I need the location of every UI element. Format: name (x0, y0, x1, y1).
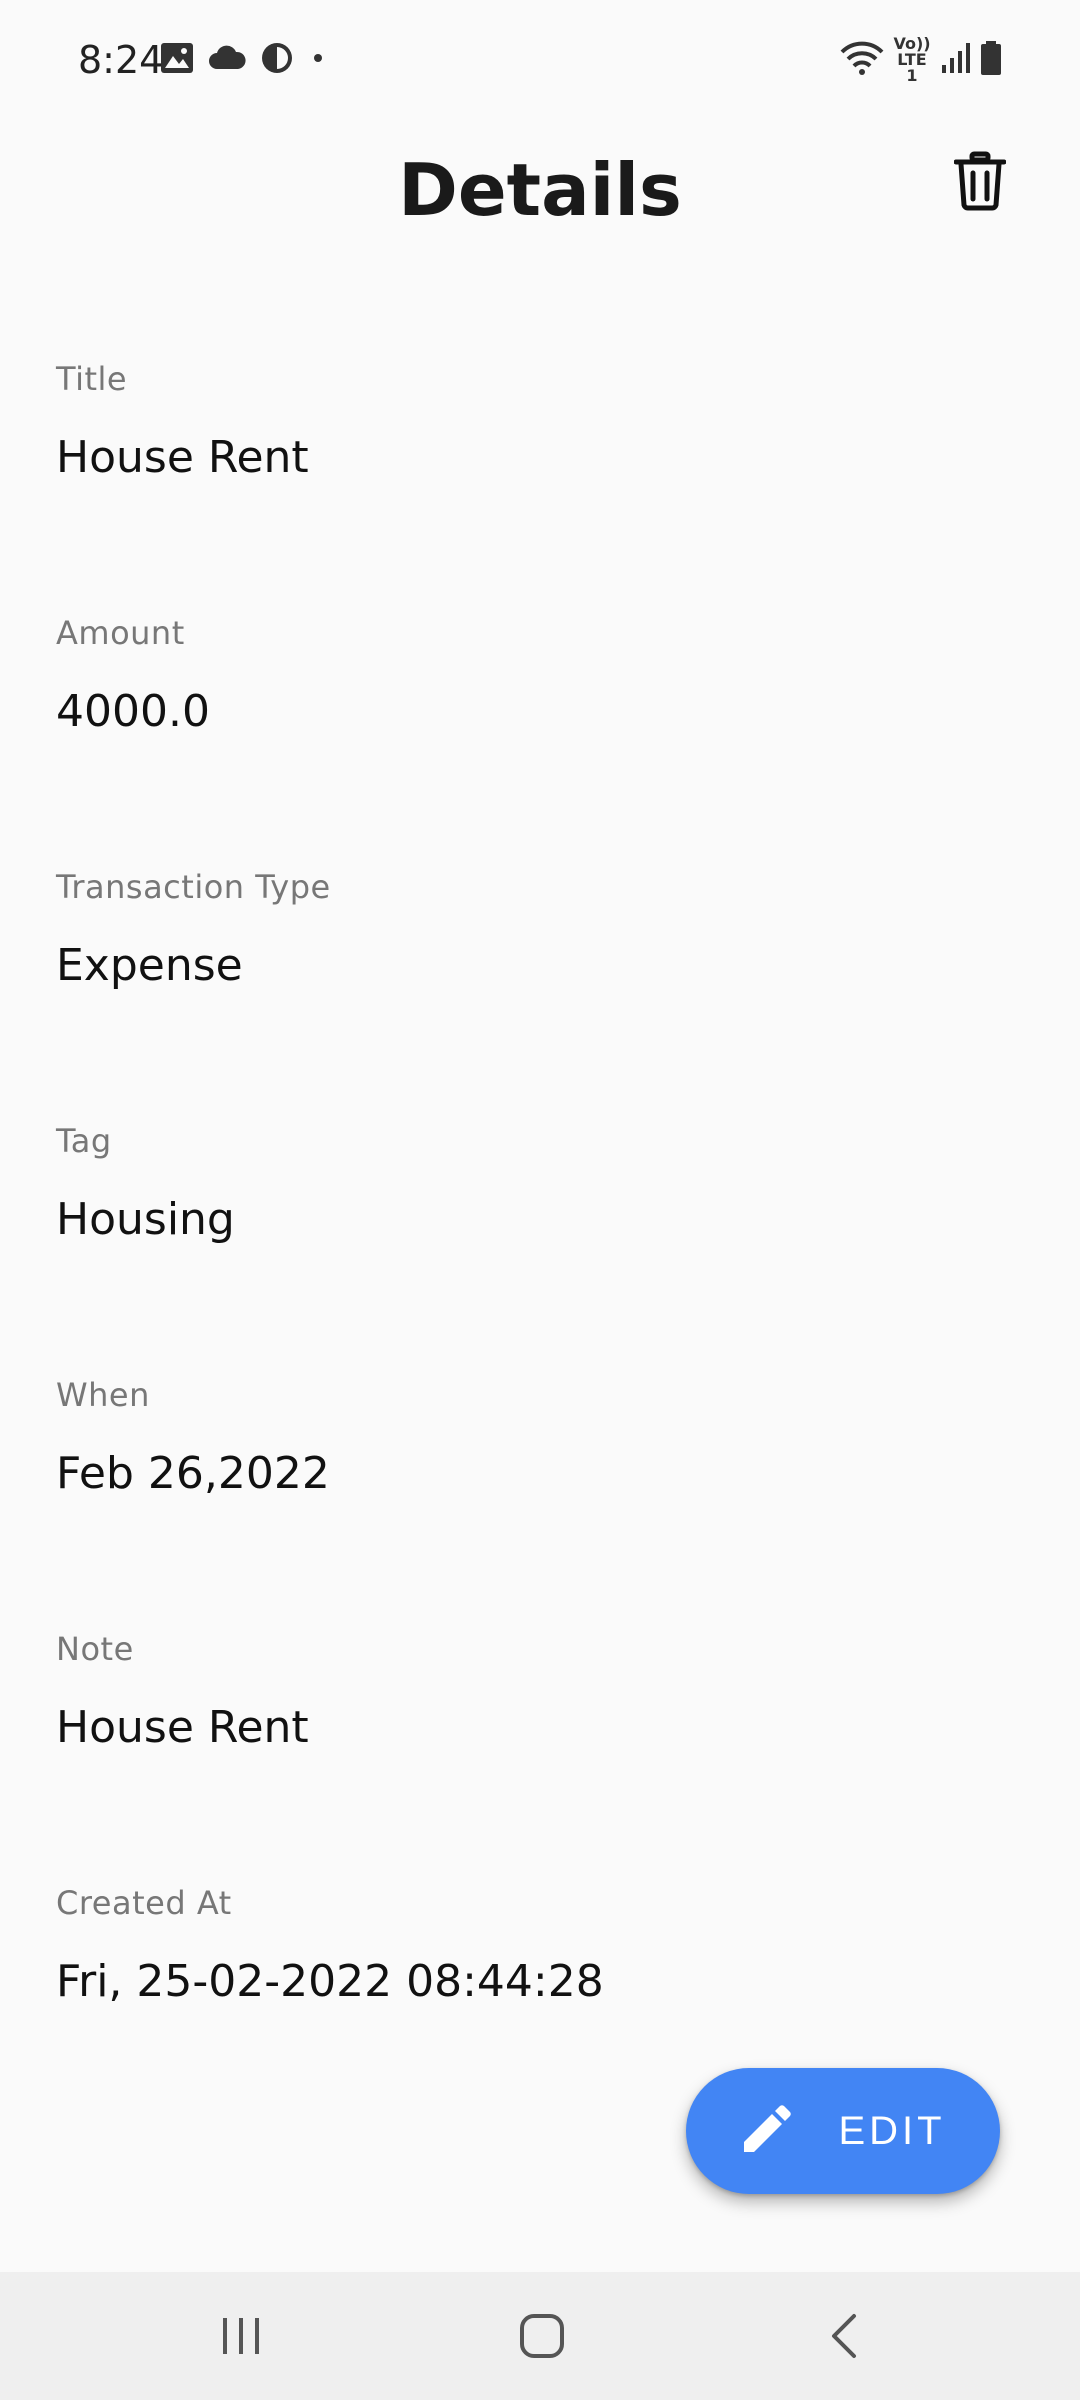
page-title: Details (398, 148, 682, 232)
edit-button-label: EDIT (838, 2108, 946, 2153)
status-notification-icons (160, 40, 328, 80)
field-value: Fri, 25-02-2022 08:44:28 (56, 1956, 604, 2007)
edit-button[interactable]: EDIT (686, 2068, 1000, 2194)
field-value: House Rent (56, 1702, 309, 1753)
nav-back-button[interactable] (812, 2306, 876, 2370)
field-label: When (56, 1376, 150, 1414)
back-icon (824, 2312, 864, 2364)
field-label: Created At (56, 1884, 232, 1922)
status-system-icons: Vo)) LTE1 (840, 34, 1002, 85)
trash-icon (953, 151, 1007, 215)
nav-recents-button[interactable] (209, 2306, 273, 2370)
field-amount: Amount 4000.0 (56, 614, 1016, 737)
field-label: Tag (56, 1122, 112, 1160)
field-transaction-type: Transaction Type Expense (56, 868, 1016, 991)
field-tag: Tag Housing (56, 1122, 1016, 1245)
status-time: 8:24 (78, 38, 164, 82)
recents-icon (219, 2314, 263, 2362)
wifi-icon (840, 40, 884, 80)
battery-icon (980, 40, 1002, 80)
signal-icon (940, 41, 972, 79)
home-icon (518, 2312, 566, 2364)
field-label: Amount (56, 614, 185, 652)
field-value: Feb 26,2022 (56, 1448, 330, 1499)
pie-chart-icon (260, 41, 294, 79)
volte-lte-label: Vo)) LTE1 (893, 34, 931, 85)
field-created-at: Created At Fri, 25-02-2022 08:44:28 (56, 1884, 1016, 2007)
field-label: Title (56, 360, 128, 398)
field-value: House Rent (56, 432, 309, 483)
field-label: Transaction Type (56, 868, 331, 906)
system-nav-bar (0, 2272, 1080, 2400)
field-note: Note House Rent (56, 1630, 1016, 1753)
field-title: Title House Rent (56, 360, 1016, 483)
field-value: 4000.0 (56, 686, 210, 737)
field-value: Expense (56, 940, 243, 991)
status-bar: 8:24 Vo)) LTE1 (0, 0, 1080, 120)
notification-dot-icon (308, 48, 328, 72)
cloud-icon (208, 45, 246, 75)
delete-button[interactable] (950, 148, 1010, 218)
field-when: When Feb 26,2022 (56, 1376, 1016, 1499)
nav-home-button[interactable] (510, 2306, 574, 2370)
pencil-icon (740, 2102, 794, 2160)
image-icon (160, 42, 194, 78)
field-label: Note (56, 1630, 134, 1668)
app-header: Details (0, 120, 1080, 270)
field-value: Housing (56, 1194, 235, 1245)
